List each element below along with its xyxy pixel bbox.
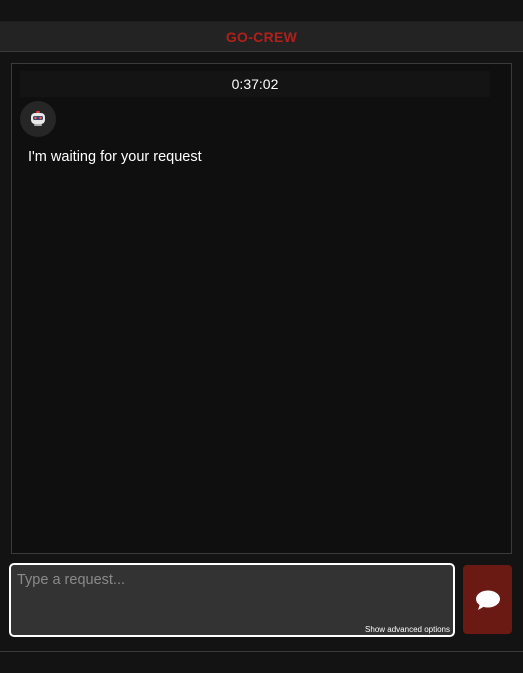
chat-panel: 0:37:02 I'm waiting for your request: [11, 63, 512, 554]
session-timer: 0:37:02: [231, 76, 279, 92]
chat-bubble-icon: [475, 590, 500, 610]
send-button[interactable]: [463, 565, 512, 634]
app-header: GO-CREW: [0, 21, 523, 52]
app-window: GO-CREW 0:37:02 I'm waiting for your req…: [0, 0, 523, 673]
robot-icon: [31, 111, 45, 126]
avatar: [20, 101, 56, 137]
advanced-options-link[interactable]: Show advanced options: [365, 625, 450, 634]
request-input-container: Show advanced options: [9, 563, 455, 637]
assistant-message: I'm waiting for your request: [28, 149, 202, 165]
app-title: GO-CREW: [225, 28, 298, 45]
timer-bar: 0:37:02: [20, 71, 490, 97]
bottom-bar: [0, 651, 523, 673]
